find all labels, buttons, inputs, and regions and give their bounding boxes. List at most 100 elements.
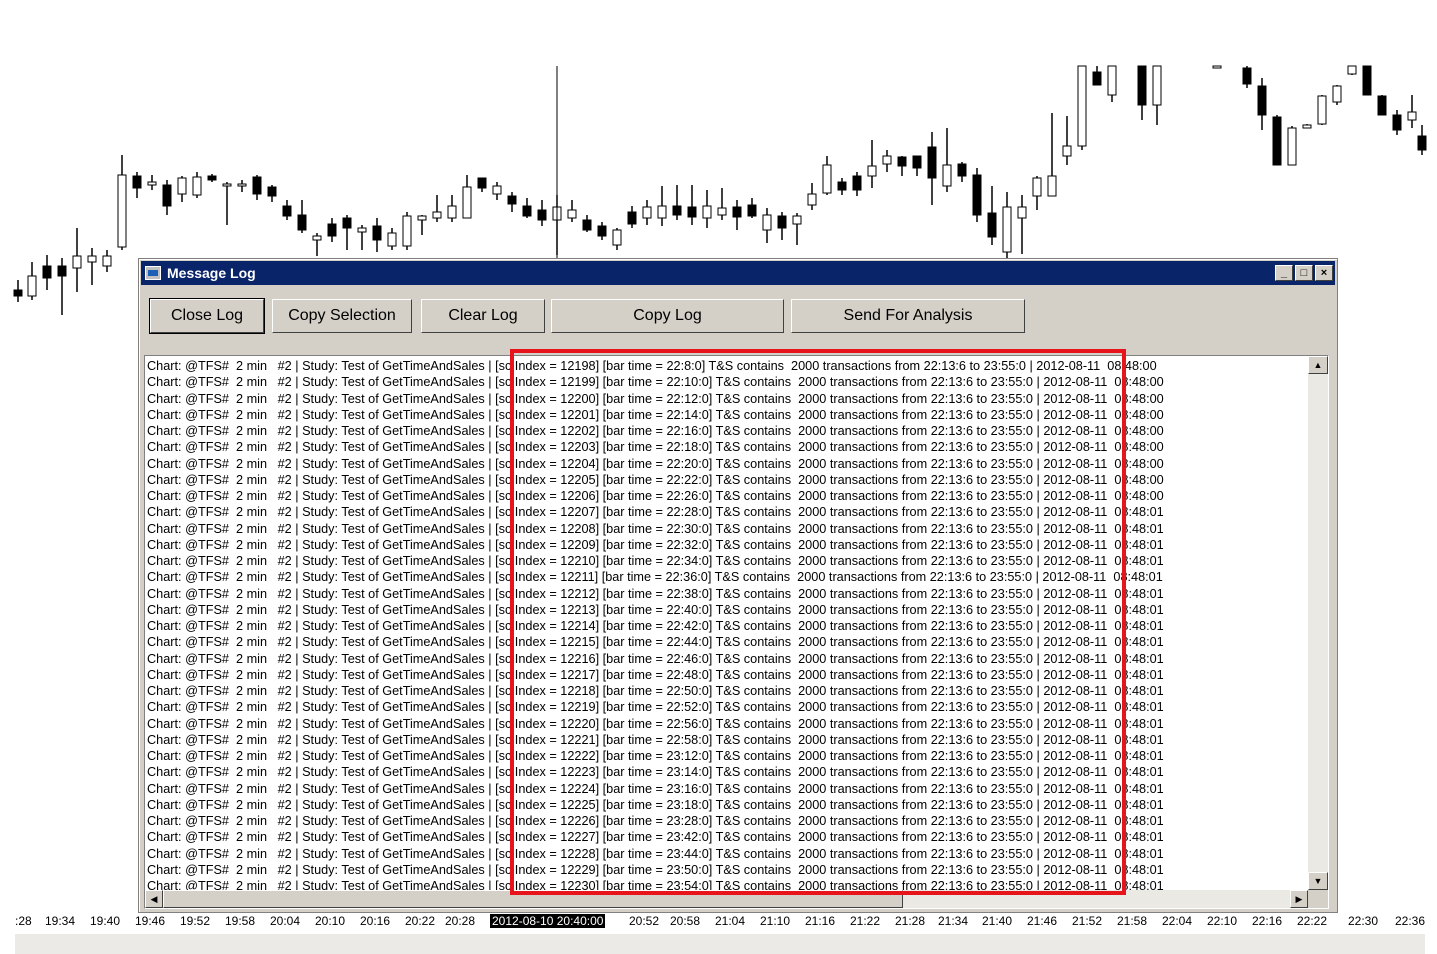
time-axis-label: 21:04: [715, 914, 746, 928]
candle-body: [1407, 111, 1417, 121]
candle-body: [657, 205, 667, 219]
candle-body: [13, 289, 23, 297]
candle-body: [1002, 206, 1012, 253]
time-axis-label: 19:58: [225, 914, 256, 928]
log-line: Chart: @TFS# 2 min #2 | Study: Test of G…: [147, 375, 1164, 390]
candle-body: [912, 155, 922, 169]
time-axis-label: 20:04: [270, 914, 301, 928]
log-line: Chart: @TFS# 2 min #2 | Study: Test of G…: [147, 830, 1164, 845]
scroll-right-button[interactable]: ▶: [1290, 890, 1308, 908]
candle-body: [537, 209, 547, 221]
candle-body: [177, 177, 187, 195]
time-axis-label: 21:46: [1027, 914, 1058, 928]
send-for-analysis-button[interactable]: Send For Analysis: [791, 299, 1025, 333]
vertical-scrollbar[interactable]: ▲ ▼: [1308, 356, 1328, 890]
log-text-area[interactable]: Chart: @TFS# 2 min #2 | Study: Test of G…: [144, 355, 1329, 909]
horizontal-scroll-thumb[interactable]: [163, 890, 903, 908]
clear-log-button[interactable]: Clear Log: [421, 299, 545, 333]
candle-body: [342, 217, 352, 229]
candle-body: [477, 177, 487, 189]
candle-body: [447, 205, 457, 219]
log-line: Chart: @TFS# 2 min #2 | Study: Test of G…: [147, 570, 1163, 585]
log-line: Chart: @TFS# 2 min #2 | Study: Test of G…: [147, 391, 1164, 406]
log-line: Chart: @TFS# 2 min #2 | Study: Test of G…: [147, 505, 1164, 520]
time-axis-label: 19:34: [45, 914, 76, 928]
candle-body: [717, 207, 727, 216]
horizontal-scrollbar[interactable]: ◀ ▶: [145, 890, 1308, 908]
time-axis-label: 20:22: [405, 914, 436, 928]
copy-selection-button[interactable]: Copy Selection: [272, 299, 412, 333]
scroll-left-button[interactable]: ◀: [145, 890, 163, 908]
candle-body: [1212, 65, 1222, 69]
scroll-down-button[interactable]: ▼: [1308, 872, 1328, 890]
candle-body: [1347, 65, 1357, 75]
log-line: Chart: @TFS# 2 min #2 | Study: Test of G…: [147, 456, 1164, 471]
candle-body: [867, 165, 877, 177]
log-line: Chart: @TFS# 2 min #2 | Study: Test of G…: [147, 424, 1164, 438]
log-line: Chart: @TFS# 2 min #2 | Study: Test of G…: [147, 667, 1164, 682]
candle-body: [1077, 65, 1087, 147]
candle-body: [732, 206, 742, 218]
resize-grip[interactable]: [1308, 890, 1328, 908]
candle-body: [642, 206, 652, 219]
time-axis-label: 22:04: [1162, 914, 1193, 928]
time-axis-label: 22:22: [1297, 914, 1328, 928]
maximize-button[interactable]: □: [1295, 265, 1313, 281]
candle-body: [1017, 206, 1027, 219]
copy-log-button[interactable]: Copy Log: [551, 299, 784, 333]
candle-body: [57, 265, 67, 277]
title-bar[interactable]: Message Log _ □ ×: [141, 261, 1335, 285]
log-line: Chart: @TFS# 2 min #2 | Study: Test of G…: [147, 814, 1164, 828]
candle-body: [267, 186, 277, 197]
candle-body: [462, 186, 472, 219]
candle-body: [1257, 85, 1267, 116]
time-axis-label: 21:34: [938, 914, 969, 928]
scroll-up-button[interactable]: ▲: [1308, 356, 1328, 374]
candle-body: [312, 235, 322, 241]
time-axis-label: :28: [15, 914, 32, 928]
log-line: Chart: @TFS# 2 min #2 | Study: Test of G…: [147, 797, 1164, 812]
candle-body: [852, 175, 862, 191]
candle-body: [1417, 135, 1427, 151]
log-line: Chart: @TFS# 2 min #2 | Study: Test of G…: [147, 489, 1164, 503]
candle-body: [1332, 85, 1342, 103]
candle-body: [117, 174, 127, 248]
time-axis-label: 21:40: [982, 914, 1013, 928]
time-axis-label: 20:58: [670, 914, 701, 928]
time-axis-label: 20:28: [445, 914, 476, 928]
time-axis-label: 20:16: [360, 914, 391, 928]
candle-body: [957, 163, 967, 177]
log-line: Chart: @TFS# 2 min #2 | Study: Test of G…: [147, 862, 1164, 877]
log-line: Chart: @TFS# 2 min #2 | Study: Test of G…: [147, 651, 1164, 666]
candle-body: [747, 204, 757, 217]
close-window-button[interactable]: ×: [1315, 265, 1333, 281]
time-axis-label: 22:36: [1395, 914, 1426, 928]
close-log-button[interactable]: Close Log: [149, 298, 265, 334]
candle-body: [42, 265, 52, 279]
time-axis-label: 2012-08-10 20:40:00: [490, 914, 606, 928]
log-line: Chart: @TFS# 2 min #2 | Study: Test of G…: [147, 359, 1157, 373]
log-line: Chart: @TFS# 2 min #2 | Study: Test of G…: [147, 440, 1164, 455]
candle-body: [162, 184, 172, 207]
log-line: Chart: @TFS# 2 min #2 | Study: Test of G…: [147, 554, 1164, 568]
log-line: Chart: @TFS# 2 min #2 | Study: Test of G…: [147, 619, 1164, 633]
minimize-button[interactable]: _: [1275, 265, 1293, 281]
candle-body: [237, 183, 247, 187]
candle-body: [327, 223, 337, 237]
log-line: Chart: @TFS# 2 min #2 | Study: Test of G…: [147, 846, 1164, 861]
time-axis-label: 19:40: [90, 914, 121, 928]
time-axis-label: 21:52: [1072, 914, 1103, 928]
candle-body: [822, 164, 832, 194]
log-line: Chart: @TFS# 2 min #2 | Study: Test of G…: [147, 602, 1164, 617]
candle-body: [1152, 65, 1162, 106]
candle-body: [282, 205, 292, 217]
candle-body: [147, 181, 157, 186]
time-axis-label: 21:28: [895, 914, 926, 928]
log-line: Chart: @TFS# 2 min #2 | Study: Test of G…: [147, 407, 1164, 422]
candle-body: [1137, 65, 1147, 106]
candle-body: [777, 215, 787, 229]
log-line: Chart: @TFS# 2 min #2 | Study: Test of G…: [147, 700, 1164, 715]
log-line: Chart: @TFS# 2 min #2 | Study: Test of G…: [147, 684, 1164, 698]
candle-body: [252, 176, 262, 195]
candle-body: [1047, 175, 1057, 197]
